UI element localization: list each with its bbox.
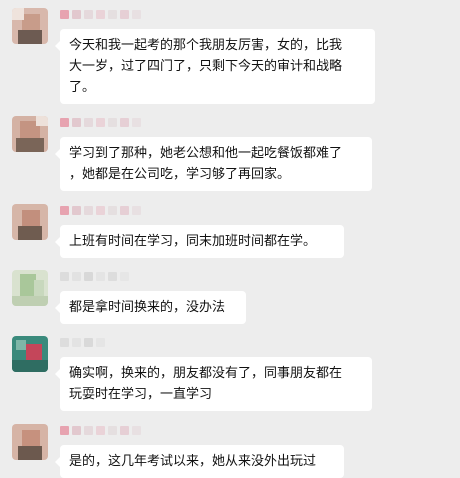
sender-name-blurred	[60, 204, 141, 216]
message-bubble[interactable]: 上班有时间在学习，同末加班时间都在学。	[55, 225, 344, 258]
message-bubble[interactable]: 学习到了那种，她老公想和他一起吃餐饭都难了 ，她都是在公司吃，学习够了再回家。	[55, 137, 372, 191]
avatar[interactable]	[12, 116, 48, 152]
sender-name-blurred	[60, 8, 141, 20]
avatar[interactable]	[12, 8, 48, 44]
sender-name-blurred	[60, 424, 141, 436]
message-bubble[interactable]: 今天和我一起考的那个我朋友厉害，女的，比我 大一岁，过了四门了，只剩下今天的审计…	[55, 29, 375, 104]
avatar[interactable]	[12, 424, 48, 460]
avatar[interactable]	[12, 336, 48, 372]
sender-name-blurred	[60, 336, 105, 348]
message-bubble[interactable]: 确实啊，换来的，朋友都没有了，同事朋友都在 玩耍时在学习，一直学习	[55, 357, 372, 411]
avatar[interactable]	[12, 204, 48, 240]
avatar[interactable]	[12, 270, 48, 306]
sender-name-blurred	[60, 270, 129, 282]
message-bubble[interactable]: 是的，这几年考试以来，她从来没外出玩过	[55, 445, 344, 478]
sender-name-blurred	[60, 116, 141, 128]
chat-history: 今天和我一起考的那个我朋友厉害，女的，比我 大一岁，过了四门了，只剩下今天的审计…	[0, 0, 460, 478]
message-bubble[interactable]: 都是拿时间换来的，没办法	[55, 291, 246, 324]
